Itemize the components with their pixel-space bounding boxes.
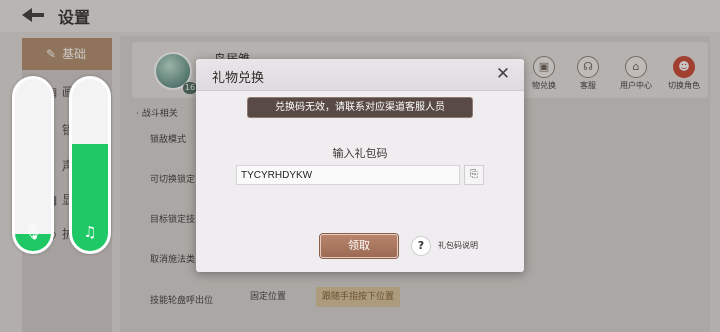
error-toast: 兑换码无效，请联系对应渠道客服人员: [248, 98, 472, 117]
dialog-title: 礼物兑换: [212, 71, 265, 86]
gift-code-help-link[interactable]: 礼包码说明: [438, 240, 478, 251]
music-note-icon: ♫: [83, 223, 97, 241]
gift-code-label: 输入礼包码: [332, 147, 388, 160]
dialog-header: 礼物兑换 ✕: [196, 59, 524, 91]
help-icon[interactable]: ?: [411, 236, 431, 256]
microphone-icon: 🎙: [23, 223, 43, 241]
paste-icon[interactable]: ⎘: [464, 165, 484, 185]
close-icon[interactable]: ✕: [494, 65, 512, 83]
gift-code-input[interactable]: [236, 165, 460, 185]
voice-volume-slider[interactable]: 🎙: [12, 76, 54, 254]
music-volume-slider[interactable]: ♫: [69, 76, 111, 254]
gift-exchange-dialog: 礼物兑换 ✕ 兑换码无效，请联系对应渠道客服人员 输入礼包码 ⎘ 领取 ? 礼包…: [196, 59, 524, 272]
claim-button[interactable]: 领取: [320, 234, 398, 258]
